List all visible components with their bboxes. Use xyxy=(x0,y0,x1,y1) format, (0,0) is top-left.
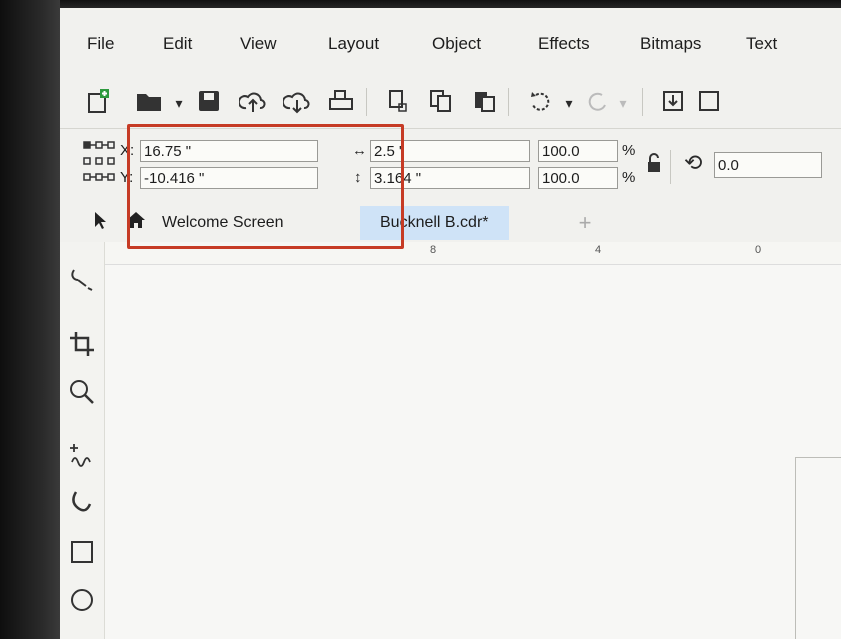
toolbar-separator xyxy=(508,88,509,116)
toolbox xyxy=(60,242,105,639)
freehand-tool-icon[interactable] xyxy=(66,440,98,472)
lock-ratio-icon[interactable] xyxy=(646,152,662,179)
menu-text[interactable]: Text xyxy=(746,34,777,54)
save-icon[interactable] xyxy=(194,88,224,118)
app-window: File Edit View Layout Object Effects Bit… xyxy=(60,8,841,639)
reference-point-icon[interactable] xyxy=(82,140,116,188)
cloud-upload-icon[interactable] xyxy=(237,88,268,118)
crop-tool-icon[interactable] xyxy=(66,330,98,362)
scale-y-field[interactable]: 100.0 xyxy=(538,167,618,189)
undo-icon[interactable] xyxy=(526,88,556,118)
toolbar-separator xyxy=(366,88,367,116)
ruler-label: 4 xyxy=(595,244,602,256)
menu-effects[interactable]: Effects xyxy=(538,34,590,54)
export-icon[interactable] xyxy=(694,88,724,118)
cloud-download-icon[interactable] xyxy=(281,88,312,118)
rotation-field[interactable]: 0.0 xyxy=(714,152,822,178)
menu-view[interactable]: View xyxy=(240,34,277,54)
cut-icon[interactable] xyxy=(384,88,414,118)
ellipse-tool-icon[interactable] xyxy=(66,586,98,618)
pick-tool-icon[interactable] xyxy=(66,266,98,298)
propbar-separator xyxy=(670,150,671,184)
standard-toolbar: ▾ ▾ ▾ xyxy=(60,76,841,129)
menu-edit[interactable]: Edit xyxy=(163,34,192,54)
scale-y-percent: % xyxy=(622,169,636,186)
chevron-down-icon[interactable]: ▾ xyxy=(164,88,194,118)
menu-bar: File Edit View Layout Object Effects Bit… xyxy=(60,8,841,68)
ruler-label: 8 xyxy=(430,244,437,256)
paste-icon[interactable] xyxy=(470,88,500,118)
menu-bitmaps[interactable]: Bitmaps xyxy=(640,34,701,54)
page-border xyxy=(795,457,841,458)
artistic-media-tool-icon[interactable] xyxy=(66,488,98,520)
rotate-icon: ⟲ xyxy=(684,150,703,175)
rectangle-tool-icon[interactable] xyxy=(66,538,98,570)
drawing-canvas[interactable] xyxy=(105,265,841,639)
ruler-label: 0 xyxy=(755,244,762,256)
highlight-annotation xyxy=(127,124,404,249)
menu-object[interactable]: Object xyxy=(432,34,481,54)
scale-x-percent: % xyxy=(622,142,636,159)
scale-x-field[interactable]: 100.0 xyxy=(538,140,618,162)
chevron-down-icon[interactable]: ▾ xyxy=(608,88,638,118)
new-document-icon[interactable] xyxy=(84,88,114,118)
print-icon[interactable] xyxy=(326,88,356,118)
chevron-down-icon[interactable]: ▾ xyxy=(554,88,584,118)
copy-icon[interactable] xyxy=(426,88,456,118)
pick-arrow-icon[interactable] xyxy=(88,208,112,240)
page-border xyxy=(795,457,796,639)
add-tab-button[interactable]: + xyxy=(570,206,600,240)
open-folder-icon[interactable] xyxy=(134,88,164,118)
monitor-bezel-left xyxy=(0,0,60,639)
menu-layout[interactable]: Layout xyxy=(328,34,379,54)
import-icon[interactable] xyxy=(658,88,688,118)
zoom-tool-icon[interactable] xyxy=(66,378,98,410)
toolbar-separator xyxy=(642,88,643,116)
menu-file[interactable]: File xyxy=(87,34,114,54)
